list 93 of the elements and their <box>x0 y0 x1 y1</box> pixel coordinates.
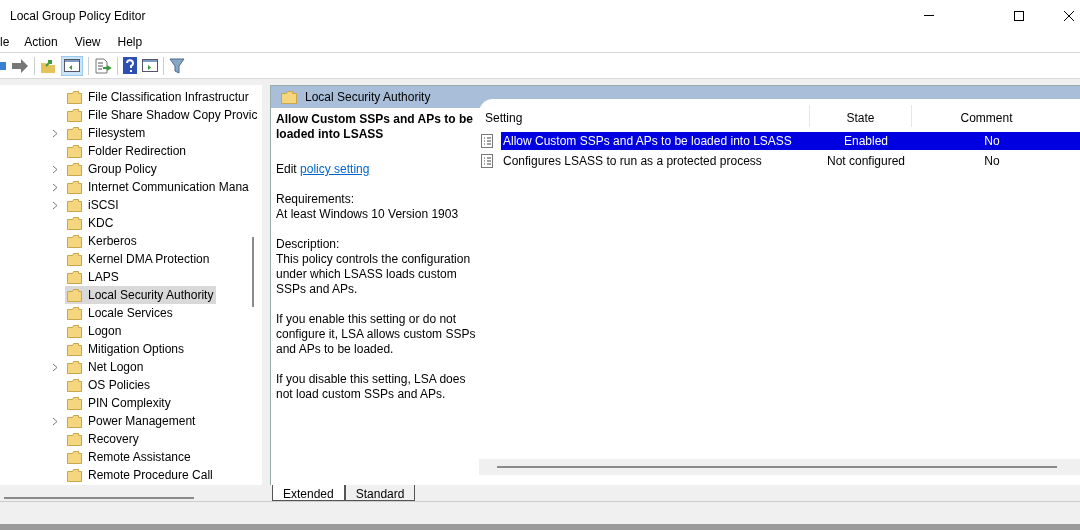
folder-icon <box>67 288 82 302</box>
folder-icon <box>67 360 82 374</box>
folder-icon <box>67 90 82 104</box>
folder-icon <box>281 90 297 104</box>
close-icon[interactable] <box>1064 11 1074 21</box>
folder-icon <box>67 234 82 248</box>
folder-icon <box>67 396 82 410</box>
tree-item[interactable]: Kernel DMA Protection <box>65 250 213 268</box>
expand-chevron-icon[interactable] <box>52 200 58 210</box>
tree-item[interactable]: iSCSI <box>65 196 122 214</box>
tree-item[interactable]: Remote Assistance <box>65 448 194 466</box>
window-pane-icon[interactable] <box>142 59 158 72</box>
policy-row[interactable]: Configures LSASS to run as a protected process Not configured No <box>501 152 1080 170</box>
folder-up-icon[interactable] <box>40 57 56 74</box>
menu-item[interactable]: Help <box>117 33 143 51</box>
tree-item[interactable]: Filesystem <box>65 124 149 142</box>
panel-title: Local Security Authority <box>305 89 431 106</box>
folder-icon <box>67 450 82 464</box>
expand-chevron-icon[interactable] <box>52 164 58 174</box>
description-paragraph: If you enable this setting or do not configure it, LSA allows custom SSPs and APs to be loaded. <box>276 312 477 357</box>
tree-item[interactable]: OS Policies <box>65 376 154 394</box>
column-header[interactable]: State <box>846 109 875 127</box>
tree-item[interactable]: KDC <box>65 214 117 232</box>
folder-icon <box>67 216 82 230</box>
export-list-icon[interactable] <box>94 57 112 74</box>
tree-item[interactable]: Internet Communication Mana <box>65 178 252 196</box>
table-cell-text: No <box>983 133 1001 150</box>
description-paragraph: This policy controls the configuration under which LSASS loads custom SSPs and APs. <box>276 252 472 297</box>
description-label: Description: <box>276 237 341 252</box>
requirements-label: Requirements: <box>276 192 356 207</box>
tree-item[interactable]: Remote Procedure Call <box>65 466 216 484</box>
expand-chevron-icon[interactable] <box>52 416 58 426</box>
menu-item[interactable]: le <box>0 33 10 51</box>
folder-icon <box>67 324 82 338</box>
policy-row[interactable]: Allow Custom SSPs and APs to be loaded into LSASS Enabled No <box>501 132 1080 150</box>
menu-item[interactable]: Action <box>24 33 58 51</box>
policy-setting-link[interactable]: policy setting <box>300 162 370 176</box>
folder-icon <box>67 270 82 284</box>
column-header[interactable]: Setting <box>485 109 523 127</box>
description-paragraph: If you disable this setting, LSA does not load custom SSPs and APs. <box>276 372 467 402</box>
minimize-icon[interactable] <box>924 15 934 17</box>
tree-item[interactable]: File Share Shadow Copy Provic <box>65 106 261 124</box>
folder-icon <box>67 108 82 122</box>
folder-icon <box>67 144 82 158</box>
forward-arrow-icon[interactable] <box>11 58 29 73</box>
folder-icon <box>67 162 82 176</box>
view-tab[interactable]: Extended <box>272 485 345 501</box>
folder-icon <box>67 180 82 194</box>
tree-item[interactable]: Recovery <box>65 430 142 448</box>
maximize-icon[interactable] <box>1014 11 1024 21</box>
tree-item[interactable]: Locale Services <box>65 304 176 322</box>
edit-label: Edit <box>276 162 297 176</box>
vertical-scrollbar[interactable] <box>252 237 254 307</box>
menu-item[interactable]: View <box>74 33 101 51</box>
filter-icon[interactable] <box>169 57 185 74</box>
requirements-text: At least Windows 10 Version 1903 <box>276 207 460 222</box>
horizontal-scrollbar[interactable] <box>497 466 1057 468</box>
expand-chevron-icon[interactable] <box>52 128 58 138</box>
policy-title: Allow Custom SSPs and APs to be loaded into LSASS <box>276 112 474 142</box>
folder-icon <box>67 414 82 428</box>
tree-item[interactable]: Net Logon <box>65 358 147 376</box>
folder-icon <box>67 252 82 266</box>
view-tab[interactable]: Standard <box>344 485 416 501</box>
window-title: Local Group Policy Editor <box>10 8 146 25</box>
window-pane-icon <box>64 59 80 72</box>
tree-item[interactable]: Mitigation Options <box>65 340 188 358</box>
folder-icon <box>67 306 82 320</box>
expand-chevron-icon[interactable] <box>52 182 58 192</box>
table-cell-text: No <box>983 153 1001 170</box>
tree-item[interactable]: LAPS <box>65 268 122 286</box>
column-header[interactable]: Comment <box>960 109 1013 127</box>
folder-icon <box>67 342 82 356</box>
tree-item[interactable]: Logon <box>65 322 125 340</box>
table-cell-text: Enabled <box>842 133 889 150</box>
tree-item[interactable]: PIN Complexity <box>65 394 174 412</box>
table-cell-text: Configures LSASS to run as a protected process <box>502 153 763 170</box>
help-icon[interactable] <box>123 57 137 74</box>
expand-chevron-icon[interactable] <box>52 362 58 372</box>
folder-icon <box>67 126 82 140</box>
tree-item[interactable]: Kerberos <box>65 232 140 250</box>
tree-item[interactable]: Local Security Authority <box>65 286 217 304</box>
folder-icon <box>67 468 82 482</box>
tree-item[interactable]: File Classification Infrastructur <box>65 88 252 106</box>
tree-item[interactable]: Group Policy <box>65 160 160 178</box>
folder-icon <box>67 378 82 392</box>
horizontal-scrollbar[interactable] <box>4 497 194 499</box>
folder-icon <box>67 198 82 212</box>
tree-item[interactable]: Power Management <box>65 412 199 430</box>
table-cell-text: Not configured <box>825 153 906 170</box>
tree-item[interactable]: Folder Redirection <box>65 142 190 160</box>
table-cell-text: Allow Custom SSPs and APs to be loaded into LSASS <box>502 133 793 150</box>
folder-icon <box>67 432 82 446</box>
console-tree-toggle-button[interactable] <box>61 55 83 76</box>
